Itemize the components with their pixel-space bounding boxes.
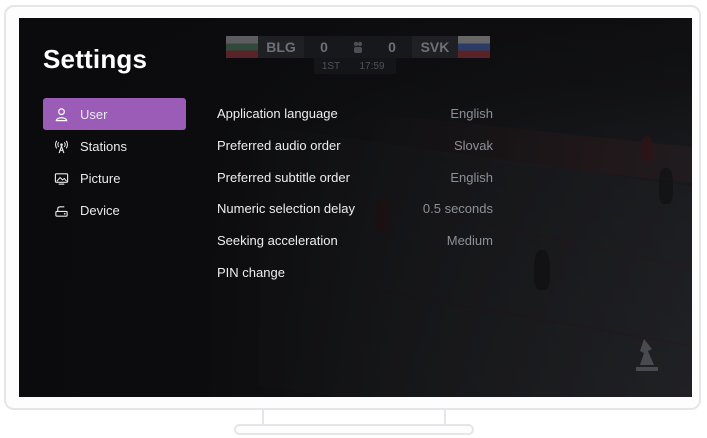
tv-stand-base: [234, 424, 474, 435]
setting-value: English: [450, 106, 493, 122]
game-clock: 1ST 17:59: [314, 58, 396, 74]
setting-label: PIN change: [217, 264, 285, 280]
tv-stand-neck: [262, 410, 446, 424]
page-title: Settings: [43, 44, 148, 74]
sidebar-item-stations[interactable]: Stations: [43, 130, 186, 162]
away-score: 0: [372, 36, 412, 58]
sidebar-item-picture[interactable]: Picture: [43, 162, 186, 194]
clock-label: 17:59: [348, 58, 396, 74]
setting-label: Preferred audio order: [217, 138, 341, 154]
setting-label: Preferred subtitle order: [217, 169, 350, 185]
setting-seeking-acceleration[interactable]: Seeking acceleration Medium: [217, 225, 493, 257]
sidebar-item-label: Stations: [80, 138, 127, 154]
period-label: 1ST: [314, 58, 348, 74]
setting-label: Numeric selection delay: [217, 201, 356, 217]
flag-icon: [226, 36, 258, 58]
sidebar-item-label: User: [80, 106, 108, 122]
home-team: BLG: [258, 36, 304, 58]
league-logo-icon: [344, 36, 372, 58]
user-icon: [53, 106, 69, 122]
tv-screen: BLG 0 0 SVK 1ST 17:59 Settings User Stat…: [19, 18, 692, 397]
setting-label: Application language: [217, 106, 338, 122]
antenna-icon: [53, 138, 69, 154]
setting-value: Medium: [446, 233, 493, 249]
flag-icon: [458, 36, 490, 58]
sidebar-item-device[interactable]: Device: [43, 194, 186, 226]
sidebar-item-label: Device: [80, 202, 120, 218]
setting-preferred-subtitle-order[interactable]: Preferred subtitle order English: [217, 161, 493, 193]
settings-list: Application language English Preferred a…: [217, 98, 493, 288]
sidebar-item-user[interactable]: User: [43, 98, 186, 130]
settings-sidebar: User Stations Picture Device: [43, 98, 186, 226]
setting-numeric-selection-delay[interactable]: Numeric selection delay 0.5 seconds: [217, 193, 493, 225]
setting-label: Seeking acceleration: [217, 233, 338, 249]
setting-pin-change[interactable]: PIN change: [217, 256, 493, 288]
broadcast-watermark-icon: [632, 337, 662, 375]
setting-preferred-audio-order[interactable]: Preferred audio order Slovak: [217, 130, 493, 162]
scorebug: BLG 0 0 SVK: [226, 36, 490, 58]
picture-icon: [53, 170, 69, 186]
setting-value: Slovak: [453, 138, 493, 154]
sidebar-item-label: Picture: [80, 170, 121, 186]
setting-value: English: [450, 169, 493, 185]
setting-value: 0.5 seconds: [422, 201, 493, 217]
device-icon: [53, 202, 69, 218]
setting-application-language[interactable]: Application language English: [217, 98, 493, 130]
away-team: SVK: [412, 36, 458, 58]
home-score: 0: [304, 36, 344, 58]
